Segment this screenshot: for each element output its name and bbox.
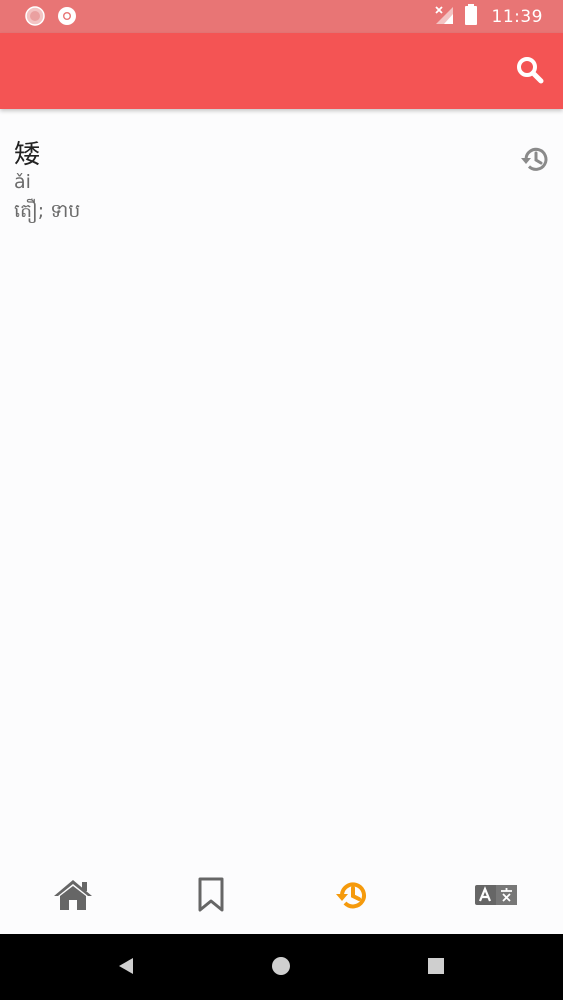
- battery-icon: [464, 4, 478, 30]
- search-icon: [515, 55, 545, 89]
- nav-history[interactable]: [282, 860, 422, 934]
- history-icon: [334, 877, 370, 917]
- history-icon[interactable]: [519, 143, 551, 175]
- search-button[interactable]: [513, 55, 547, 89]
- list-item[interactable]: 矮 ǎi តឿ; ទាប: [0, 110, 563, 232]
- back-button[interactable]: [112, 954, 140, 982]
- status-right: 11:39: [434, 4, 544, 30]
- entry-hanzi: 矮: [14, 140, 41, 170]
- entry-meaning: តឿ; ទាប: [14, 200, 81, 222]
- home-system-button[interactable]: [267, 954, 295, 982]
- home-circle-icon: [270, 955, 292, 981]
- chrome-icon: [56, 5, 78, 31]
- home-icon: [53, 878, 93, 916]
- bookmark-icon: [197, 877, 225, 917]
- nav-home[interactable]: [3, 860, 143, 934]
- nav-translate[interactable]: [426, 860, 563, 934]
- nav-bookmarks[interactable]: [141, 860, 281, 934]
- recents-icon: [426, 956, 446, 980]
- system-nav-bar: [0, 934, 563, 1000]
- app-screen: 11:39 矮 ǎi តឿ; ទាប: [0, 0, 563, 1000]
- history-list: 矮 ǎi តឿ; ទាប: [0, 110, 563, 232]
- recents-button[interactable]: [422, 954, 450, 982]
- translate-icon: [474, 883, 518, 911]
- bottom-nav: [0, 860, 563, 934]
- app-bar: [0, 33, 563, 109]
- back-icon: [116, 956, 136, 980]
- status-time: 11:39: [491, 7, 543, 27]
- status-left: [24, 5, 78, 31]
- entry-pinyin: ǎi: [14, 171, 31, 193]
- no-signal-icon: [434, 5, 454, 29]
- status-bar: 11:39: [0, 0, 563, 33]
- notification-icon: [24, 5, 46, 31]
